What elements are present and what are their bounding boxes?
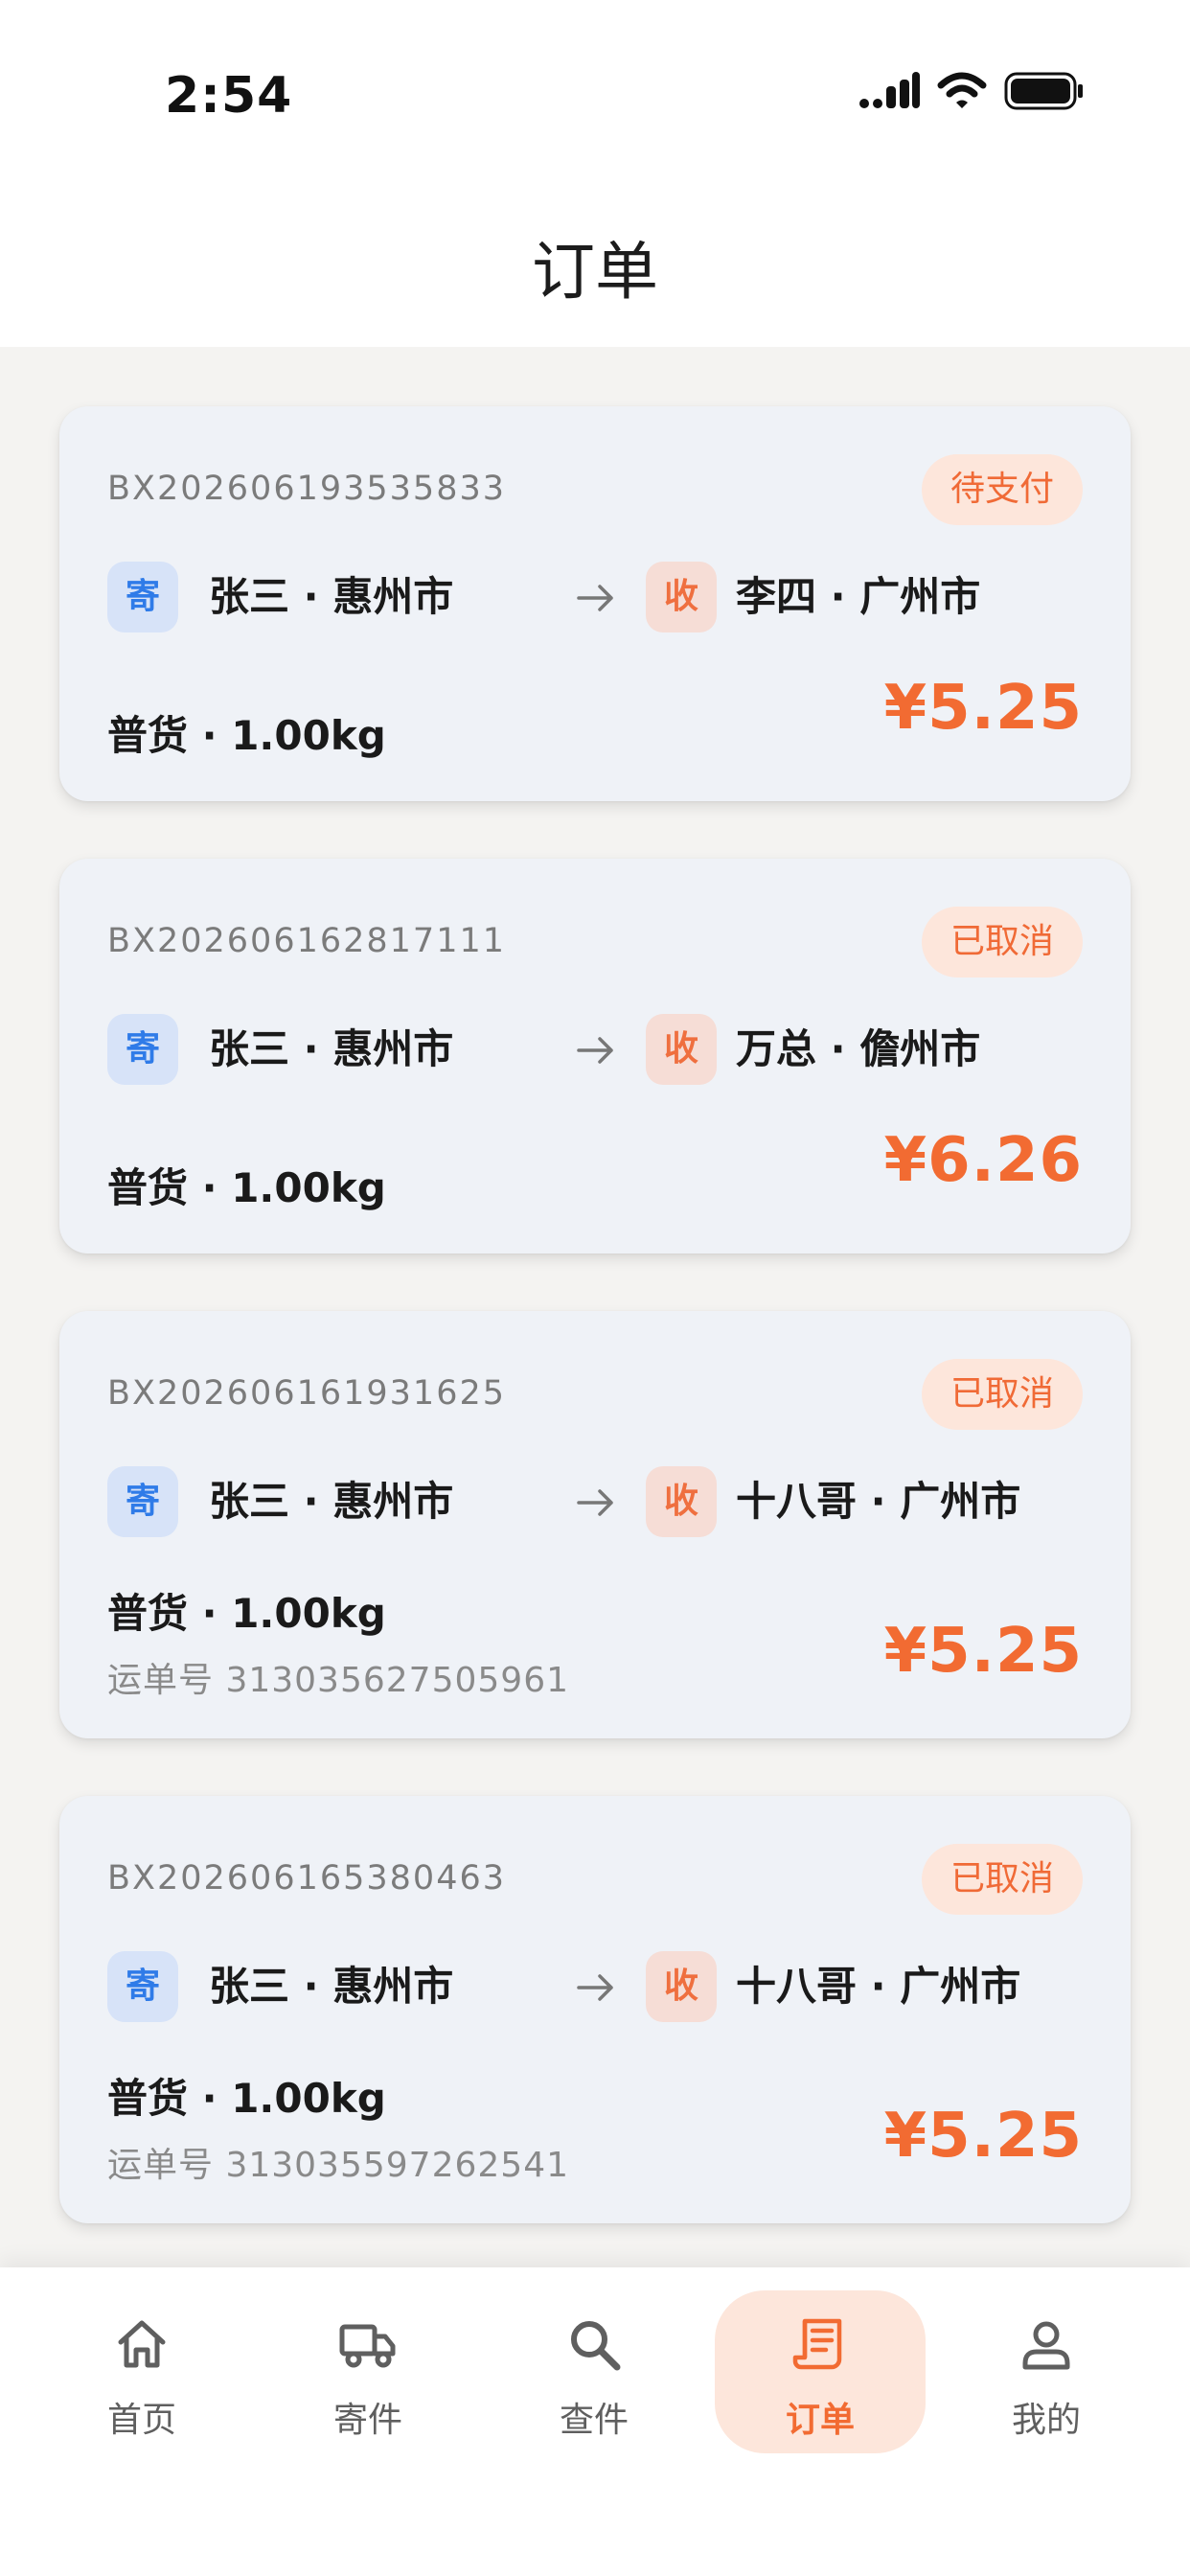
order-list[interactable]: BX202606193535833 待支付 寄 张三 · 惠州市 收 李四 · … — [59, 406, 1131, 2281]
order-price: ¥5.25 — [883, 2101, 1083, 2172]
route: 寄 张三 · 惠州市 收 李四 · 广州市 — [107, 562, 1085, 632]
tab-label: 首页 — [106, 2401, 176, 2440]
status-badge: 待支付 — [921, 454, 1083, 525]
home-icon — [118, 2320, 166, 2368]
receipt-icon — [792, 2318, 842, 2370]
status-badge: 已取消 — [921, 907, 1083, 978]
search-icon — [571, 2321, 621, 2371]
send-tag: 寄 — [107, 1951, 178, 2022]
sender: 张三 · 惠州市 — [209, 1478, 454, 1525]
order-price: ¥5.25 — [883, 1616, 1083, 1687]
route: 寄 张三 · 惠州市 收 万总 · 儋州市 — [107, 1014, 1085, 1085]
cellular-signal-icon — [859, 72, 920, 108]
route: 寄 张三 · 惠州市 收 十八哥 · 广州市 — [107, 1466, 1085, 1537]
receiver: 十八哥 · 广州市 — [736, 1478, 1021, 1525]
sender: 张三 · 惠州市 — [209, 573, 454, 620]
send-tag: 寄 — [107, 1466, 178, 1537]
wifi-icon — [937, 72, 987, 108]
arrow-right-icon — [577, 585, 613, 611]
order-price: ¥5.25 — [883, 673, 1083, 744]
sender: 张三 · 惠州市 — [209, 1025, 454, 1072]
receive-tag: 收 — [646, 562, 717, 632]
status-badge: 已取消 — [921, 1844, 1083, 1915]
goods-info: 普货 · 1.00kg — [107, 1590, 386, 1637]
page-title: 订单 — [532, 235, 658, 309]
arrow-right-icon — [577, 1037, 613, 1064]
status-time: 2:54 — [165, 67, 293, 125]
arrow-right-icon — [577, 1974, 613, 2001]
order-number: BX202606161931625 — [107, 1374, 507, 1413]
tab-send[interactable]: 寄件 — [263, 2290, 473, 2453]
order-number: BX202606162817111 — [107, 922, 507, 960]
orders-screen: 2:54 订单 BX202606193535833 待支付 寄 张三 · 惠州市… — [0, 0, 1190, 2576]
order-card[interactable]: BX202606165380463 已取消 寄 张三 · 惠州市 收 十八哥 ·… — [59, 1796, 1131, 2223]
tab-track[interactable]: 查件 — [489, 2290, 699, 2453]
order-price: ¥6.26 — [883, 1125, 1083, 1196]
tab-label: 寄件 — [332, 2401, 402, 2440]
tab-label: 我的 — [1011, 2401, 1081, 2440]
waybill-number: 运单号 313035627505961 — [107, 1661, 570, 1700]
receive-tag: 收 — [646, 1466, 717, 1537]
send-tag: 寄 — [107, 1014, 178, 1085]
sender: 张三 · 惠州市 — [209, 1963, 454, 2010]
goods-info: 普货 · 1.00kg — [107, 712, 386, 759]
route: 寄 张三 · 惠州市 收 十八哥 · 广州市 — [107, 1951, 1085, 2022]
tab-orders[interactable]: 订单 — [715, 2290, 926, 2453]
receiver: 十八哥 · 广州市 — [736, 1963, 1021, 2010]
battery-icon — [1004, 72, 1083, 110]
arrow-right-icon — [577, 1489, 613, 1516]
bottom-tab-bar: 首页 寄件 查件 订单 我的 — [0, 2267, 1190, 2576]
top-bar: 2:54 订单 — [0, 0, 1190, 347]
order-number: BX202606193535833 — [107, 470, 507, 508]
status-icons — [858, 71, 1085, 111]
goods-info: 普货 · 1.00kg — [107, 1164, 386, 1211]
truck-icon — [339, 2324, 396, 2368]
status-badge: 已取消 — [921, 1359, 1083, 1430]
person-icon — [1022, 2321, 1070, 2370]
receive-tag: 收 — [646, 1014, 717, 1085]
order-card[interactable]: BX202606162817111 已取消 寄 张三 · 惠州市 收 万总 · … — [59, 859, 1131, 1254]
tab-label: 查件 — [559, 2401, 629, 2440]
goods-info: 普货 · 1.00kg — [107, 2075, 386, 2122]
waybill-number: 运单号 313035597262541 — [107, 2146, 570, 2185]
receiver: 李四 · 广州市 — [736, 573, 981, 620]
tab-label: 订单 — [785, 2401, 855, 2440]
send-tag: 寄 — [107, 562, 178, 632]
tab-home[interactable]: 首页 — [36, 2290, 247, 2453]
tab-profile[interactable]: 我的 — [941, 2290, 1152, 2453]
order-card[interactable]: BX202606161931625 已取消 寄 张三 · 惠州市 收 十八哥 ·… — [59, 1311, 1131, 1738]
receive-tag: 收 — [646, 1951, 717, 2022]
receiver: 万总 · 儋州市 — [736, 1025, 981, 1072]
order-card[interactable]: BX202606193535833 待支付 寄 张三 · 惠州市 收 李四 · … — [59, 406, 1131, 801]
order-number: BX202606165380463 — [107, 1859, 507, 1898]
